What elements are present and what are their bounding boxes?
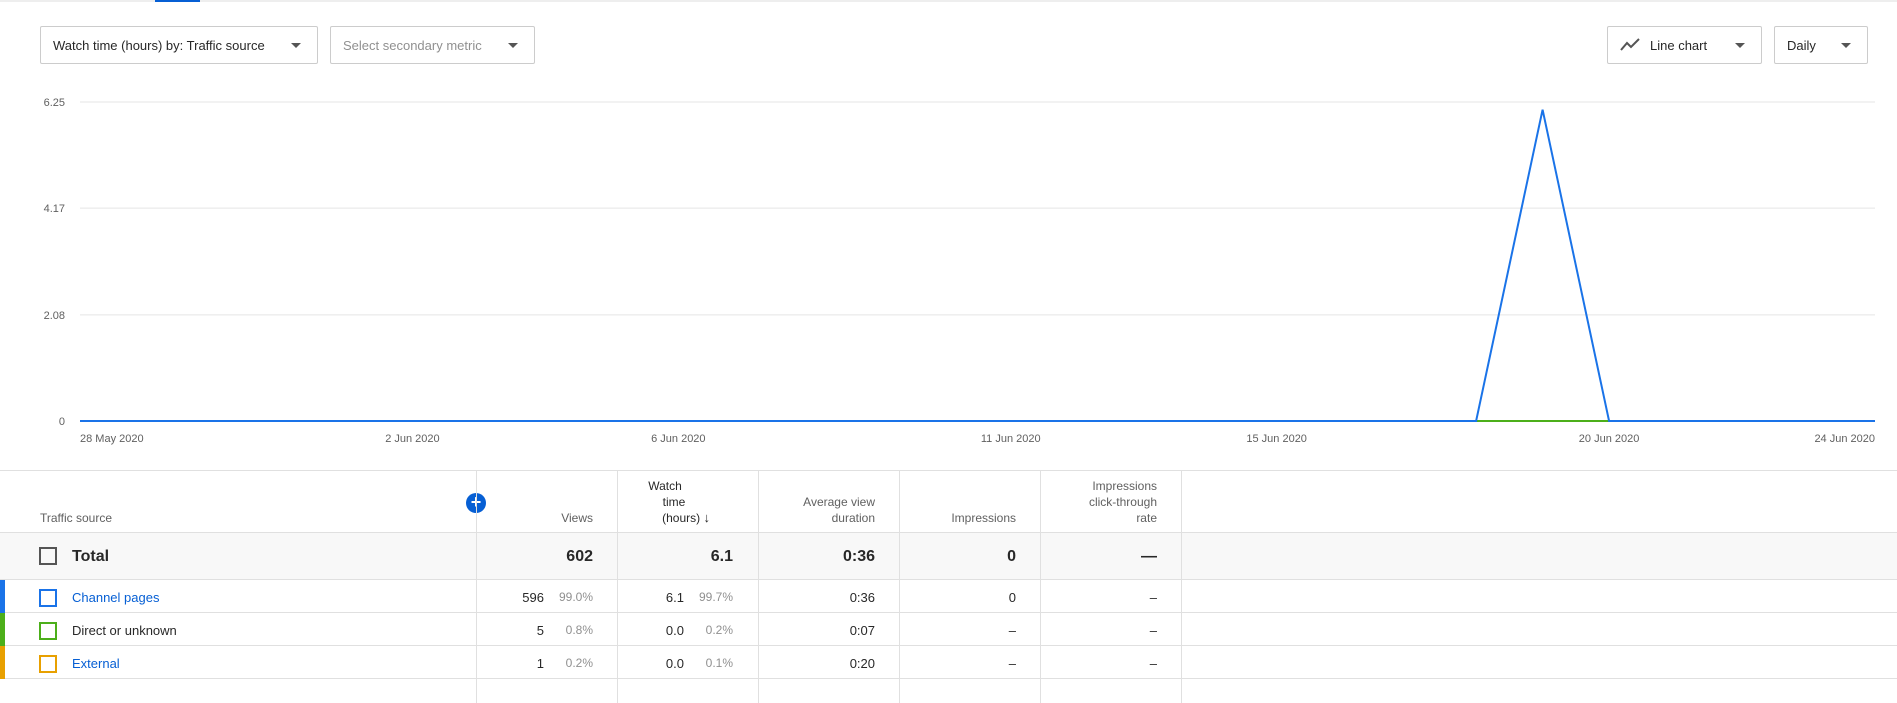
row-watch-time: 0.0	[665, 623, 684, 638]
chart-type-dropdown[interactable]: Line chart	[1607, 26, 1762, 64]
x-tick-label: 6 Jun 2020	[651, 433, 705, 445]
column-divider	[476, 470, 477, 703]
row-avg-duration: 0:36	[849, 590, 875, 605]
row-views-pct: 0.2%	[565, 656, 593, 670]
total-ctr: —	[1141, 548, 1157, 565]
row-source-label: Direct or unknown	[72, 623, 177, 638]
x-tick-label: 11 Jun 2020	[981, 433, 1041, 445]
total-label: Total	[72, 548, 110, 565]
active-tab-indicator	[155, 0, 200, 2]
y-tick-label: 4.17	[44, 203, 65, 215]
column-divider	[758, 470, 759, 703]
granularity-dropdown[interactable]: Daily	[1774, 26, 1868, 64]
chevron-down-icon	[291, 43, 301, 48]
x-tick-label: 2 Jun 2020	[385, 433, 439, 445]
row-views: 596	[522, 590, 544, 605]
chevron-down-icon	[508, 43, 518, 48]
x-tick-label: 24 Jun 2020	[1814, 433, 1875, 445]
total-avg-duration: 0:36	[842, 548, 875, 565]
primary-metric-dropdown[interactable]: Watch time (hours) by: Traffic source	[40, 26, 318, 64]
x-tick-label: 15 Jun 2020	[1246, 433, 1307, 445]
y-tick-label: 6.25	[44, 97, 65, 109]
column-divider	[899, 470, 900, 703]
series-color-bar	[0, 580, 5, 613]
row-checkbox[interactable]	[39, 622, 57, 640]
row-views-pct: 0.8%	[565, 623, 593, 637]
x-tick-label: 28 May 2020	[80, 433, 144, 445]
series-color-bar	[0, 613, 5, 646]
x-tick-label: 20 Jun 2020	[1579, 433, 1640, 445]
row-impressions: 0	[1008, 590, 1016, 605]
secondary-metric-placeholder: Select secondary metric	[343, 37, 482, 53]
column-divider	[1040, 470, 1041, 703]
row-impressions: –	[1008, 656, 1016, 671]
top-divider	[0, 0, 1897, 2]
total-watch-time: 6.1	[710, 548, 733, 565]
series-line-channel-pages	[80, 109, 1875, 422]
row-source-label[interactable]: External	[72, 656, 120, 671]
row-checkbox[interactable]	[39, 655, 57, 673]
row-ctr: –	[1149, 590, 1157, 605]
chevron-down-icon	[1735, 43, 1745, 48]
watch-time-line-chart: 6.25 4.17 2.08 0 28 May 2020 2 Jun 2020 6 Jun …	[44, 97, 1875, 445]
primary-metric-label: Watch time (hours) by: Traffic source	[53, 37, 265, 53]
y-tick-label: 0	[59, 416, 65, 428]
row-views: 5	[536, 623, 544, 638]
row-views-pct: 99.0%	[558, 590, 593, 604]
row-watch-pct: 0.1%	[705, 656, 733, 670]
row-avg-duration: 0:07	[849, 623, 875, 638]
y-tick-label: 2.08	[44, 310, 65, 322]
total-impressions: 0	[1007, 548, 1016, 565]
granularity-label: Daily	[1787, 37, 1816, 53]
column-divider	[1181, 470, 1182, 703]
total-checkbox[interactable]	[39, 547, 57, 565]
row-watch-time: 0.0	[665, 656, 684, 671]
chart-type-label: Line chart	[1650, 37, 1708, 53]
chevron-down-icon	[1841, 43, 1851, 48]
header-watch-time[interactable]: Watch time (hours) ↓	[620, 478, 710, 540]
column-divider	[617, 470, 618, 703]
total-views: 602	[566, 548, 593, 565]
header-ctr[interactable]: Impressions click-through rate	[1040, 478, 1157, 540]
row-checkbox[interactable]	[39, 589, 57, 607]
row-impressions: –	[1008, 623, 1016, 638]
secondary-metric-dropdown[interactable]: Select secondary metric	[330, 26, 535, 64]
row-watch-pct: 99.7%	[698, 590, 733, 604]
row-source-label[interactable]: Channel pages	[72, 590, 159, 605]
row-watch-time: 6.1	[665, 590, 684, 605]
row-watch-pct: 0.2%	[705, 623, 733, 637]
series-color-bar	[0, 646, 5, 679]
row-ctr: –	[1149, 656, 1157, 671]
row-avg-duration: 0:20	[849, 656, 875, 671]
sort-descending-icon: ↓	[703, 510, 711, 525]
row-ctr: –	[1149, 623, 1157, 638]
line-chart-icon	[1620, 38, 1640, 51]
row-views: 1	[536, 656, 544, 671]
